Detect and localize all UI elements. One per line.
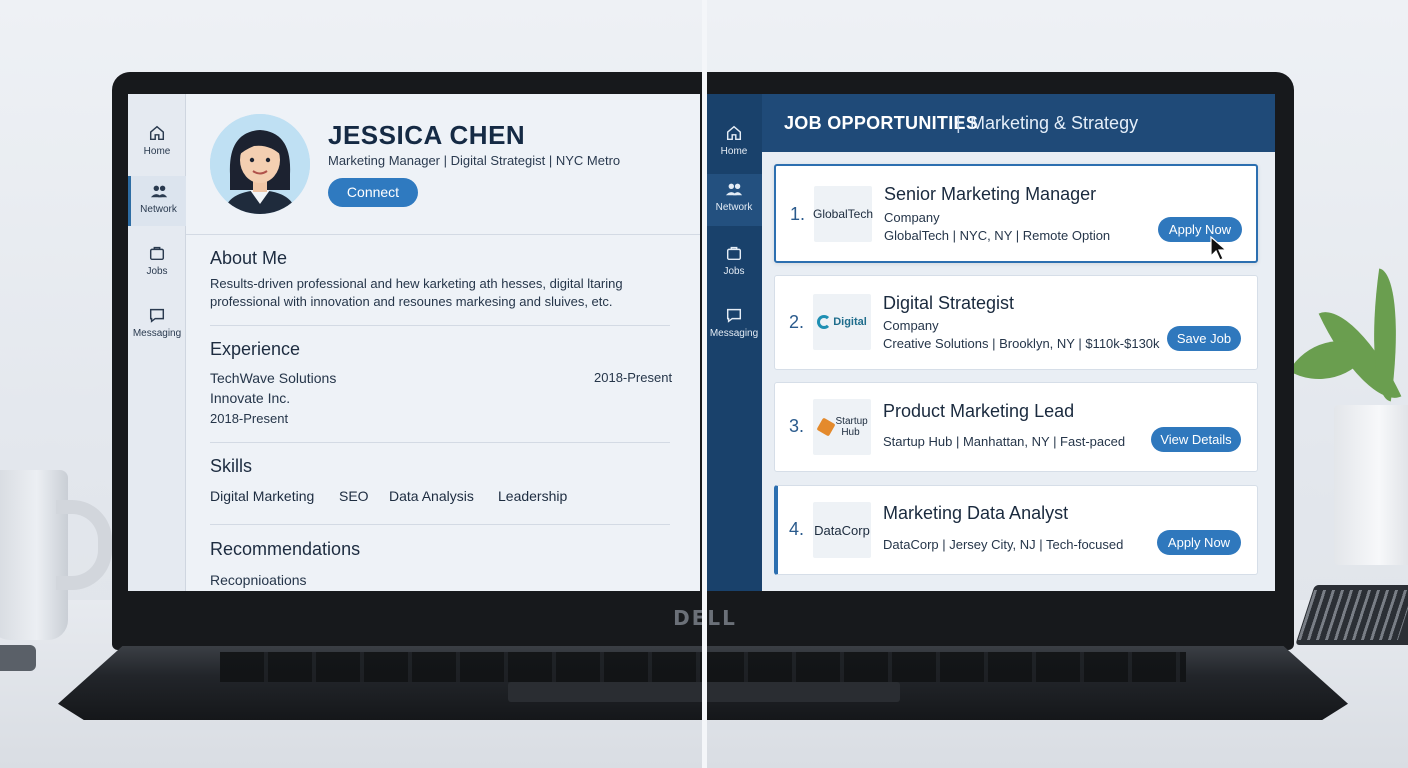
company-logo: Startup Hub	[813, 399, 871, 455]
experience-company: Innovate Inc.	[210, 390, 291, 406]
mouse-cursor-icon	[1210, 236, 1228, 261]
divider	[210, 524, 670, 525]
job-card[interactable]: 4. DataCorp Marketing Data Analyst DataC…	[774, 485, 1258, 575]
company-logo-text: Startup Hub	[835, 416, 868, 438]
nav-item-label: Messaging	[709, 328, 759, 339]
apply-now-button[interactable]: Apply Now	[1157, 530, 1241, 555]
nav-item-label: Home	[720, 146, 748, 157]
mug-handle	[56, 500, 112, 590]
divider	[186, 234, 700, 235]
jobs-header: JOB OPPORTUNITIES | Marketing & Strategy	[762, 94, 1275, 152]
nav-item-label: Network	[715, 202, 753, 213]
profile-headline: Marketing Manager | Digital Strategist |…	[328, 153, 621, 168]
digital-logo-icon	[817, 315, 832, 329]
skill-tag: Digital Marketing	[210, 488, 315, 504]
nav-item-label: Jobs	[146, 266, 168, 277]
nav-item-label: Network	[140, 204, 177, 215]
avatar[interactable]	[210, 114, 310, 214]
recommendations-title: Recommendations	[210, 539, 361, 559]
nav-item-messaging[interactable]: Messaging	[128, 300, 186, 350]
view-details-button[interactable]: View Details	[1151, 427, 1241, 452]
split-divider	[702, 0, 707, 768]
company-logo: Digital	[813, 294, 871, 350]
job-card[interactable]: 1. GlobalTech Senior Marketing Manager C…	[774, 164, 1258, 263]
phone	[0, 645, 36, 671]
divider	[210, 442, 670, 443]
connect-button[interactable]: Connect	[328, 178, 418, 207]
company-logo: DataCorp	[813, 502, 871, 558]
profile-side-nav: Home Network Jobs Messaging	[128, 94, 186, 591]
company-logo: GlobalTech	[813, 186, 873, 242]
notebook-rings	[1297, 590, 1408, 640]
nav-item-label: Home	[143, 146, 171, 157]
jobs-subtitle: Marketing & Strategy	[970, 113, 1139, 133]
skill-tag: Data Analysis	[389, 488, 474, 504]
job-title[interactable]: Marketing Data Analyst	[883, 503, 1068, 524]
jobs-icon	[149, 246, 165, 261]
apply-now-button[interactable]: Apply Now	[1158, 217, 1242, 242]
job-title[interactable]: Product Marketing Lead	[883, 401, 1074, 422]
experience-dates: 2018-Present	[210, 411, 289, 426]
experience-title: Experience	[210, 339, 301, 359]
nav-item-messaging[interactable]: Messaging	[706, 300, 762, 352]
experience-company: TechWave Solutions	[210, 370, 337, 386]
home-icon	[149, 125, 165, 141]
job-title[interactable]: Digital Strategist	[883, 293, 1014, 314]
profile-card: JESSICA CHEN Marketing Manager | Digital…	[186, 94, 700, 234]
save-job-button[interactable]: Save Job	[1167, 326, 1241, 351]
about-title: About Me	[210, 248, 288, 268]
job-type: Company	[883, 318, 939, 333]
nav-item-home[interactable]: Home	[706, 118, 762, 170]
experience-dates: 2018-Present	[594, 370, 673, 385]
jobs-icon	[726, 246, 742, 261]
divider	[210, 325, 670, 326]
nav-item-home[interactable]: Home	[128, 118, 186, 168]
recommendations-preview: Recopnioations	[210, 572, 307, 588]
nav-item-network[interactable]: Network	[706, 174, 762, 226]
nav-item-jobs[interactable]: Jobs	[128, 238, 186, 288]
home-icon	[726, 125, 742, 141]
startup-hub-logo-icon	[815, 417, 836, 437]
job-card[interactable]: 3. Startup Hub Product Marketing Lead St…	[774, 382, 1258, 472]
messaging-icon	[726, 308, 742, 323]
job-details: Startup Hub | Manhattan, NY | Fast-paced	[883, 434, 1126, 449]
job-number: 3.	[789, 416, 805, 436]
profile-pane: Home Network Jobs Messaging JESSICA CHEN…	[128, 94, 700, 591]
job-card[interactable]: 2. Digital Digital Strategist Company Cr…	[774, 275, 1258, 370]
job-details: Creative Solutions | Brooklyn, NY | $110…	[883, 336, 1160, 351]
about-text: Results-driven professional and hew kark…	[210, 276, 623, 309]
nav-item-jobs[interactable]: Jobs	[706, 238, 762, 290]
skills-title: Skills	[210, 456, 253, 476]
network-icon	[725, 183, 743, 196]
job-type: Company	[884, 210, 940, 225]
nav-item-label: Jobs	[723, 266, 745, 277]
job-number: 4.	[789, 519, 805, 539]
avatar-illustration	[210, 114, 310, 214]
job-details: DataCorp | Jersey City, NJ | Tech-focuse…	[883, 537, 1124, 552]
skill-tag: SEO	[339, 488, 369, 504]
profile-name: JESSICA CHEN	[328, 120, 526, 150]
plant-pot	[1334, 405, 1408, 565]
job-number: 1.	[790, 204, 806, 224]
network-icon	[150, 185, 167, 198]
header-separator: |	[956, 113, 961, 133]
job-number: 2.	[789, 312, 805, 332]
messaging-icon	[149, 308, 165, 323]
skill-tag: Leadership	[498, 488, 568, 504]
nav-item-network[interactable]: Network	[128, 176, 186, 226]
jobs-pane: Home Network Jobs Messaging JOB OPPORTUN…	[706, 94, 1275, 591]
jobs-title: JOB OPPORTUNITIES	[784, 113, 979, 133]
company-logo-text: Digital	[833, 316, 867, 328]
job-title[interactable]: Senior Marketing Manager	[884, 184, 1096, 205]
nav-item-label: Messaging	[132, 328, 182, 339]
job-details: GlobalTech | NYC, NY | Remote Option	[884, 228, 1111, 243]
jobs-side-nav: Home Network Jobs Messaging	[706, 94, 762, 591]
